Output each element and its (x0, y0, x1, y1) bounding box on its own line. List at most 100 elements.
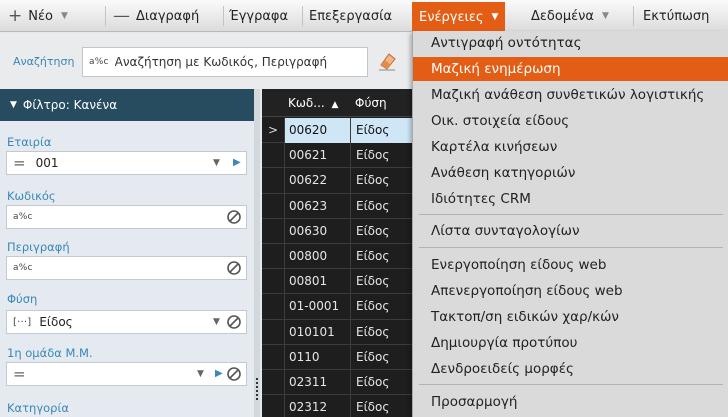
group-label: 1η ομάδα Μ.Μ. (7, 346, 93, 360)
process-label: Επεξεργασία (309, 8, 393, 24)
minus-icon: — (113, 6, 130, 26)
search-field[interactable]: a%c (82, 47, 368, 77)
table-row[interactable]: 00622 Είδος (262, 168, 422, 194)
menu-item[interactable]: Μαζική ανάθεση συνθετικών λογιστικής (413, 83, 728, 107)
row-pointer-icon: > (268, 123, 279, 137)
menu-item[interactable]: Δημιουργία προτύπου (413, 331, 728, 355)
menu-separator (419, 247, 723, 248)
menu-item[interactable]: Ιδιότητες CRM (413, 187, 728, 211)
equals-icon[interactable]: = (13, 366, 26, 382)
items-grid: Κωδ... ▲ Φύση >00620 Είδος 00621 Είδος 00622… (262, 89, 422, 417)
panel-splitter[interactable] (254, 89, 260, 417)
delete-label: Διαγραφή (136, 8, 200, 24)
cell-code[interactable]: 00801 (284, 269, 350, 295)
menu-item[interactable]: Οικ. στοιχεία είδους (413, 109, 728, 133)
dropdown-arrow-icon[interactable]: ▼ (213, 158, 220, 168)
equals-icon[interactable]: = (13, 155, 26, 171)
menu-item[interactable]: Ενεργοποίηση είδους web (413, 253, 728, 277)
dropdown-arrow-icon[interactable]: ▼ (197, 369, 204, 379)
table-row[interactable]: 00621 Είδος (262, 143, 422, 169)
menu-item[interactable]: Τακτοπ/ση ειδικών χαρ/κών (413, 305, 728, 329)
table-row[interactable]: 010101 Είδος (262, 319, 422, 345)
cell-code[interactable]: 00623 (284, 193, 350, 219)
table-row[interactable]: 02311 Είδος (262, 369, 422, 396)
grid-body: >00620 Είδος 00621 Είδος 00622 Είδος 00623 Είδο… (262, 118, 422, 417)
multi-select-icon[interactable]: [···] (13, 317, 31, 328)
chevron-down-icon: ▼ (491, 12, 499, 22)
actions-label: Ενέργειες (419, 9, 484, 25)
forward-arrow-icon[interactable]: ▶ (233, 157, 241, 168)
search-bar: Αναζήτηση a%c (0, 33, 410, 89)
table-row[interactable]: 0110 Είδος (262, 344, 422, 370)
column-header-nature[interactable]: Φύση (355, 89, 387, 117)
code-field[interactable]: a%c (6, 205, 247, 229)
menu-item[interactable]: Απενεργοποίηση είδους web (413, 279, 728, 303)
cell-code[interactable]: 00620 (284, 118, 350, 143)
cell-code[interactable]: 02311 (284, 369, 350, 395)
filter-title: Φίλτρο: Κανένα (22, 98, 118, 112)
menu-item[interactable]: Λίστα συνταγολογίων (413, 219, 728, 243)
forward-arrow-icon[interactable]: ▶ (215, 368, 223, 379)
cell-code[interactable]: 00630 (284, 218, 350, 244)
print-label: Εκτύπωση (643, 8, 710, 24)
delete-button[interactable]: — Διαγραφή (113, 3, 199, 29)
cell-code[interactable]: 00622 (284, 168, 350, 194)
cell-code[interactable]: 00621 (284, 143, 350, 169)
code-label: Κωδικός (7, 189, 56, 203)
company-field[interactable]: = 001 ▼ ▶ (6, 151, 247, 175)
table-row[interactable]: >00620 Είδος (262, 118, 422, 144)
filter-header[interactable]: ▼ Φίλτρο: Κανένα (0, 89, 254, 121)
dropdown-arrow-icon[interactable]: ▼ (213, 317, 220, 327)
cell-code[interactable]: 00800 (284, 243, 350, 269)
table-row[interactable]: 00623 Είδος (262, 193, 422, 219)
sort-asc-icon: ▲ (331, 100, 339, 110)
cell-code[interactable]: 010101 (284, 319, 350, 345)
new-button[interactable]: + Νέο ▼ (8, 3, 68, 29)
print-button[interactable]: Εκτύπωση (643, 3, 709, 29)
collapse-triangle-icon: ▼ (10, 100, 17, 110)
toolbar-divider (302, 6, 303, 26)
table-row[interactable]: 00801 Είδος (262, 269, 422, 295)
documents-button[interactable]: Έγγραφα (229, 3, 288, 29)
group-field[interactable]: = ▼ ▶ (6, 362, 247, 386)
menu-item[interactable]: Προσαρμογή (413, 390, 728, 414)
eraser-icon[interactable] (376, 50, 398, 72)
table-row[interactable]: 00630 Είδος (262, 218, 422, 244)
column-header-code[interactable]: Κωδ... ▲ (288, 89, 338, 117)
nature-field[interactable]: [···] Είδος ▼ (6, 310, 247, 334)
text-match-icon: a%c (13, 263, 33, 273)
clear-icon[interactable] (227, 367, 241, 381)
new-label: Νέο (28, 8, 53, 24)
actions-menu-button[interactable]: Ενέργειες ▼ (412, 2, 506, 32)
menu-item[interactable]: Αντιγραφή οντότητας (413, 31, 728, 55)
actions-dropdown-menu: Αντιγραφή οντότητας Μαζική ενημέρωση Μαζικ… (412, 31, 728, 417)
cell-code[interactable]: 01-0001 (284, 294, 350, 320)
table-row[interactable]: 00800 Είδος (262, 243, 422, 270)
chevron-down-icon[interactable]: ▼ (61, 11, 68, 21)
clear-icon[interactable] (227, 210, 241, 224)
menu-item[interactable]: Ανάθεση κατηγοριών (413, 161, 728, 185)
description-field[interactable]: a%c (6, 256, 247, 280)
clear-icon[interactable] (227, 315, 241, 329)
menu-item[interactable]: Μαζική ενημέρωση (413, 57, 728, 81)
data-menu-button[interactable]: Δεδομένα ▼ (531, 3, 609, 29)
search-label: Αναζήτηση (13, 55, 75, 68)
menu-item[interactable]: Δενδροειδείς μορφές (413, 357, 728, 381)
process-button[interactable]: Επεξεργασία (309, 3, 392, 29)
text-match-icon: a%c (13, 212, 33, 222)
category-label: Κατηγορία (7, 401, 69, 415)
table-row[interactable]: 01-0001 Είδος (262, 294, 422, 320)
clear-icon[interactable] (227, 261, 241, 275)
company-label: Εταιρία (7, 135, 52, 149)
toolbar-divider (223, 6, 224, 26)
table-row[interactable]: 02312 Είδος (262, 395, 422, 417)
menu-item[interactable]: Καρτέλα κινήσεων (413, 135, 728, 159)
cell-code[interactable]: 02312 (284, 395, 350, 417)
company-value: 001 (35, 156, 59, 170)
splitter-grip[interactable] (256, 378, 258, 402)
cell-code[interactable]: 0110 (284, 344, 350, 370)
menu-separator (419, 214, 723, 215)
nature-label: Φύση (7, 292, 38, 306)
search-input[interactable] (114, 55, 355, 69)
nature-value: Είδος (39, 315, 73, 329)
